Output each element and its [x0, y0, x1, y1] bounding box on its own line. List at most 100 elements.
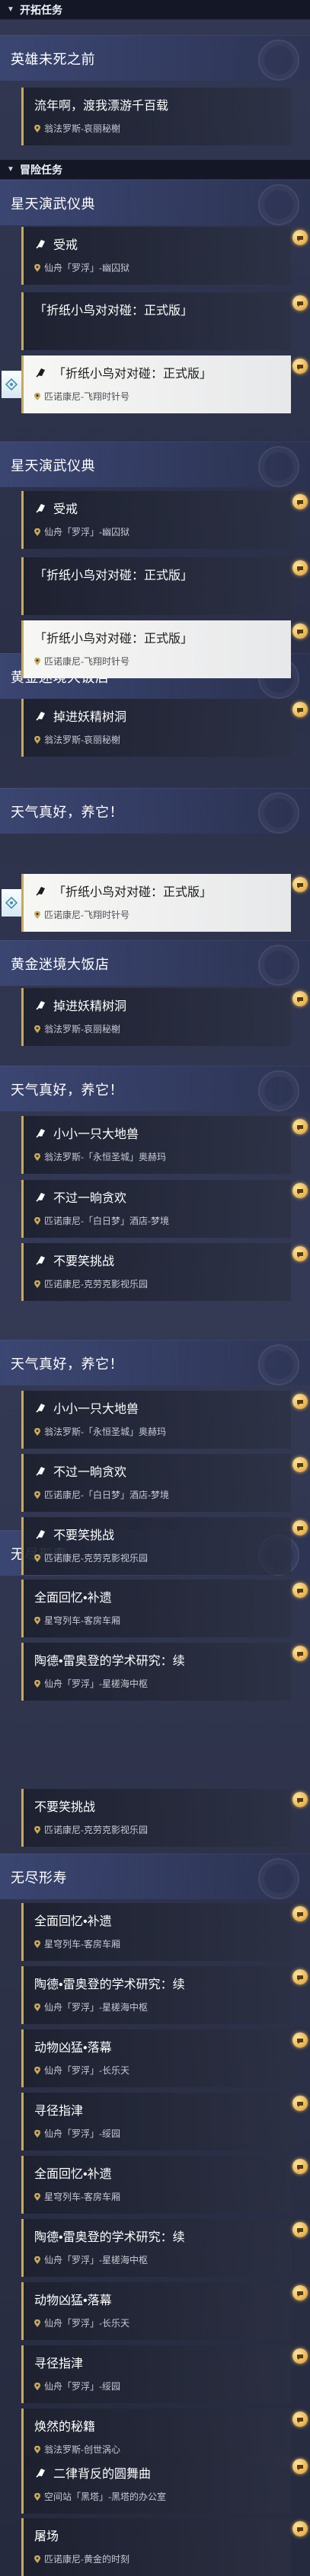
chain-emblem-icon	[258, 1858, 299, 1899]
new-dialogue-badge-icon	[292, 1520, 308, 1535]
mission-title: 掉进妖精树洞	[53, 1000, 127, 1013]
mission-location: 星穹列车-客房车厢	[44, 1615, 120, 1626]
location-pin-icon	[34, 2319, 40, 2327]
mission-title-row: 「折纸小鸟对对碰：正式版」	[34, 628, 291, 646]
mission-title-row: 受戒	[34, 234, 291, 253]
mission-title: 小小一只大地兽	[53, 1128, 139, 1141]
mission-title-row: 不要笑挑战	[34, 1797, 291, 1815]
mission-card[interactable]: 「折纸小鸟对对碰：正式版」	[21, 557, 291, 615]
mission-title: 「折纸小鸟对对碰：正式版」	[34, 304, 193, 317]
mission-card[interactable]: 「折纸小鸟对对碰：正式版」 匹诺康尼-飞翔时针号	[21, 355, 291, 413]
mission-title: 寻径指津	[34, 2358, 84, 2370]
mission-title: 「折纸小鸟对对碰：正式版」	[34, 569, 193, 582]
mission-card[interactable]: 受戒仙舟「罗浮」-幽囚狱	[21, 227, 291, 285]
chain-row[interactable]: 无尽形寿	[0, 1854, 310, 1899]
mission-card[interactable]: 「折纸小鸟对对碰：正式版」	[21, 292, 291, 350]
mission-card[interactable]: 陶德•雷奥登的学术研究：续 仙舟「罗浮」-星槎海中枢	[21, 1966, 291, 2024]
location-pin-icon	[34, 1679, 40, 1688]
mission-title: 二律背反的圆舞曲	[53, 2468, 152, 2481]
mission-card[interactable]: 全面回忆•补遗星穹列车-客房车厢	[21, 1580, 291, 1637]
section-label: 开拓任务	[20, 3, 62, 16]
mission-title: 焕然的秘籍	[34, 2421, 96, 2434]
new-dialogue-badge-icon	[292, 623, 308, 639]
mission-location-row: 翁法罗斯-哀丽秘榭	[34, 1022, 291, 1035]
mission-location-row: 匹诺康尼-「白日梦」酒店-梦境	[34, 1488, 291, 1501]
chain-row[interactable]: 星天演武仪典	[0, 442, 310, 487]
location-pin-icon	[34, 1554, 40, 1562]
mission-card[interactable]: 屠场 匹诺康尼-黄金的时刻	[21, 2518, 291, 2576]
mission-card[interactable]: 「折纸小鸟对对碰：正式版」匹诺康尼-飞翔时针号	[21, 620, 291, 678]
mission-card[interactable]: 陶德•雷奥登的学术研究：续 仙舟「罗浮」-星槎海中枢	[21, 1643, 291, 1701]
chain-label: 天气真好，养它！	[11, 804, 123, 820]
mission-location-row: 仙舟「罗浮」-长乐天	[34, 2064, 291, 2077]
mission-title-row: 「折纸小鸟对对碰：正式版」	[34, 565, 291, 583]
mission-card[interactable]: 掉进妖精树洞 翁法罗斯-哀丽秘榭	[21, 699, 291, 757]
mission-title-row: 不要笑挑战	[34, 1251, 291, 1269]
location-pin-icon	[34, 1616, 40, 1624]
mission-location-row: 翁法罗斯-「永恒圣城」奥赫玛	[34, 1425, 291, 1438]
new-dialogue-badge-icon	[292, 1969, 308, 1985]
mission-location: 仙舟「罗浮」-幽囚狱	[44, 527, 129, 537]
location-pin-icon	[34, 1025, 40, 1033]
chain-row[interactable]: 天气真好，养它！	[0, 1340, 310, 1385]
mission-card[interactable]: 「折纸小鸟对对碰：正式版」 匹诺康尼-飞翔时针号	[21, 874, 291, 932]
location-pin-icon	[34, 2256, 40, 2264]
chain-label: 天气真好，养它！	[11, 1356, 123, 1372]
location-pin-icon	[34, 1490, 40, 1499]
mission-location-row: 仙舟「罗浮」-幽囚狱	[34, 261, 291, 274]
mission-title: 全面回忆•补遗	[34, 1592, 112, 1605]
section-header-adventure[interactable]: ▼ 冒险任务	[0, 160, 310, 180]
mission-card[interactable]: 掉进妖精树洞翁法罗斯-哀丽秘榭	[21, 988, 291, 1046]
mission-location-row: 匹诺康尼-飞翔时针号	[34, 390, 291, 403]
chain-row[interactable]: 英雄未死之前	[0, 35, 310, 81]
mission-title-row: 陶德•雷奥登的学术研究：续	[34, 1650, 291, 1669]
mission-location: 匹诺康尼-飞翔时针号	[44, 656, 129, 667]
mission-title: 全面回忆•补遗	[34, 2168, 112, 2181]
mission-card[interactable]: 动物凶猛•落幕 仙舟「罗浮」-长乐天	[21, 2282, 291, 2340]
mission-card[interactable]: 全面回忆•补遗 星穹列车-客房车厢	[21, 1903, 291, 1961]
chain-emblem-icon	[258, 792, 299, 834]
mission-location: 仙舟「罗浮」-星槎海中枢	[44, 2002, 148, 2013]
mission-location-row: 空间站「黑塔」-黑塔的办公室	[34, 2490, 291, 2503]
mission-title: 受戒	[53, 503, 78, 516]
location-pin-icon	[34, 910, 40, 919]
mission-card[interactable]: 不要笑挑战 匹诺康尼-克劳克影视乐园	[21, 1243, 291, 1301]
mission-card[interactable]: 受戒仙舟「罗浮」-幽囚狱	[21, 491, 291, 549]
mission-card[interactable]: 陶德•雷奥登的学术研究：续 仙舟「罗浮」-星槎海中枢	[21, 2219, 291, 2277]
mission-location: 匹诺康尼-黄金的时刻	[44, 2554, 129, 2565]
mission-card[interactable]: 寻径指津 仙舟「罗浮」-绥园	[21, 2345, 291, 2403]
mission-log-panel: ▼ 开拓任务 ▼ 冒险任务 英雄未死之前 星天演武仪典 星天演武仪典 黄金迷境大…	[0, 0, 310, 2576]
mission-card[interactable]: 寻径指津 仙舟「罗浮」-绥园	[21, 2093, 291, 2150]
chain-row[interactable]: 天气真好，养它！	[0, 788, 310, 834]
mission-title-row: 小小一只大地兽	[34, 1124, 291, 1142]
section-header-trailblaze[interactable]: ▼ 开拓任务	[0, 0, 310, 20]
mission-card[interactable]: 小小一只大地兽 翁法罗斯-「永恒圣城」奥赫玛	[21, 1391, 291, 1449]
mission-title: 受戒	[53, 239, 78, 252]
mission-card[interactable]: 不过一晌贪欢 匹诺康尼-「白日梦」酒店-梦境	[21, 1454, 291, 1512]
mission-card[interactable]: 小小一只大地兽 翁法罗斯-「永恒圣城」奥赫玛	[21, 1116, 291, 1174]
mission-card[interactable]: 不要笑挑战 匹诺康尼-克劳克影视乐园	[21, 1517, 291, 1575]
mission-card[interactable]: 不过一晌贪欢 匹诺康尼-「白日梦」酒店-梦境	[21, 1180, 291, 1238]
mission-card[interactable]: 动物凶猛•落幕 仙舟「罗浮」-长乐天	[21, 2029, 291, 2087]
new-dialogue-badge-icon	[292, 494, 308, 509]
mission-title-row: 不过一晌贪欢	[34, 1188, 291, 1206]
mission-title-row: 掉进妖精树洞	[34, 996, 291, 1014]
new-dialogue-badge-icon	[292, 1394, 308, 1409]
location-pin-icon	[34, 1216, 40, 1225]
new-dialogue-badge-icon	[292, 1792, 308, 1807]
mission-location-row: 翁法罗斯-哀丽秘榭	[34, 122, 291, 135]
mission-card[interactable]: 全面回忆•补遗星穹列车-客房车厢	[21, 2156, 291, 2214]
chain-row[interactable]: 黄金迷境大饭店	[0, 940, 310, 986]
mission-card[interactable]: 流年啊，渡我漂游千百载 翁法罗斯-哀丽秘榭	[21, 88, 291, 145]
new-dialogue-badge-icon	[292, 1646, 308, 1661]
new-dialogue-badge-icon	[292, 2032, 308, 2048]
mission-card[interactable]: 不要笑挑战 匹诺康尼-克劳克影视乐园	[21, 1789, 291, 1847]
chain-row[interactable]: 星天演武仪典	[0, 180, 310, 225]
mission-location: 翁法罗斯-创世涡心	[44, 2444, 120, 2455]
mission-card[interactable]: 二律背反的圆舞曲空间站「黑塔」-黑塔的办公室	[21, 2456, 291, 2514]
location-pin-icon	[34, 1940, 40, 1948]
mission-title-row: 寻径指津	[34, 2100, 291, 2119]
mission-quill-icon	[34, 501, 48, 515]
mission-location-row: 星穹列车-客房车厢	[34, 2190, 291, 2203]
chain-row[interactable]: 天气真好，养它！	[0, 1066, 310, 1111]
